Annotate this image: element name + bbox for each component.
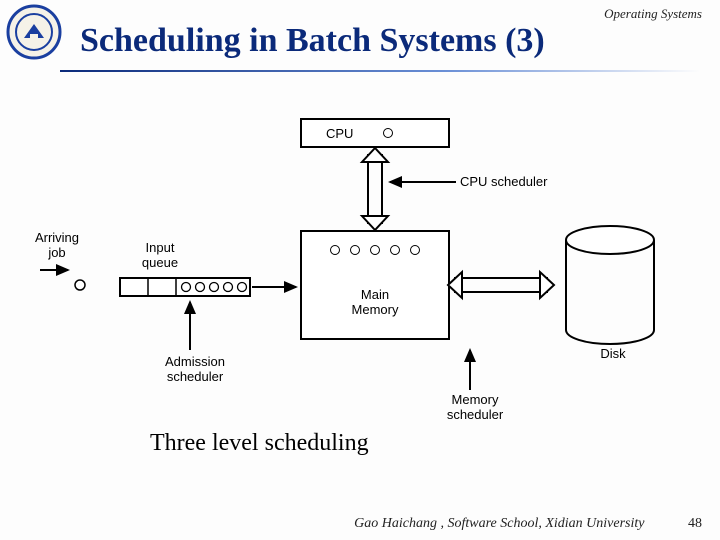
title-underline <box>60 70 700 72</box>
disk-label: Disk <box>588 346 638 361</box>
footer: Gao Haichang , Software School, Xidian U… <box>0 516 720 532</box>
admission-scheduler-label: Admission scheduler <box>150 354 240 384</box>
diagram-arrows <box>0 90 720 420</box>
figure-caption: Three level scheduling <box>150 430 369 457</box>
course-name: Operating Systems <box>604 6 702 22</box>
page-number: 48 <box>688 516 702 532</box>
cpu-scheduler-label: CPU scheduler <box>460 174 570 189</box>
memory-scheduler-label: Memory scheduler <box>430 392 520 422</box>
footer-author: Gao Haichang , Software School, Xidian U… <box>354 516 644 532</box>
arriving-job-label: Arriving job <box>22 230 92 260</box>
input-queue-label: Input queue <box>130 240 190 270</box>
slide-title: Scheduling in Batch Systems (3) <box>80 22 545 60</box>
university-logo <box>6 4 62 60</box>
diagram-area: CPU Main Memory <box>0 90 720 420</box>
